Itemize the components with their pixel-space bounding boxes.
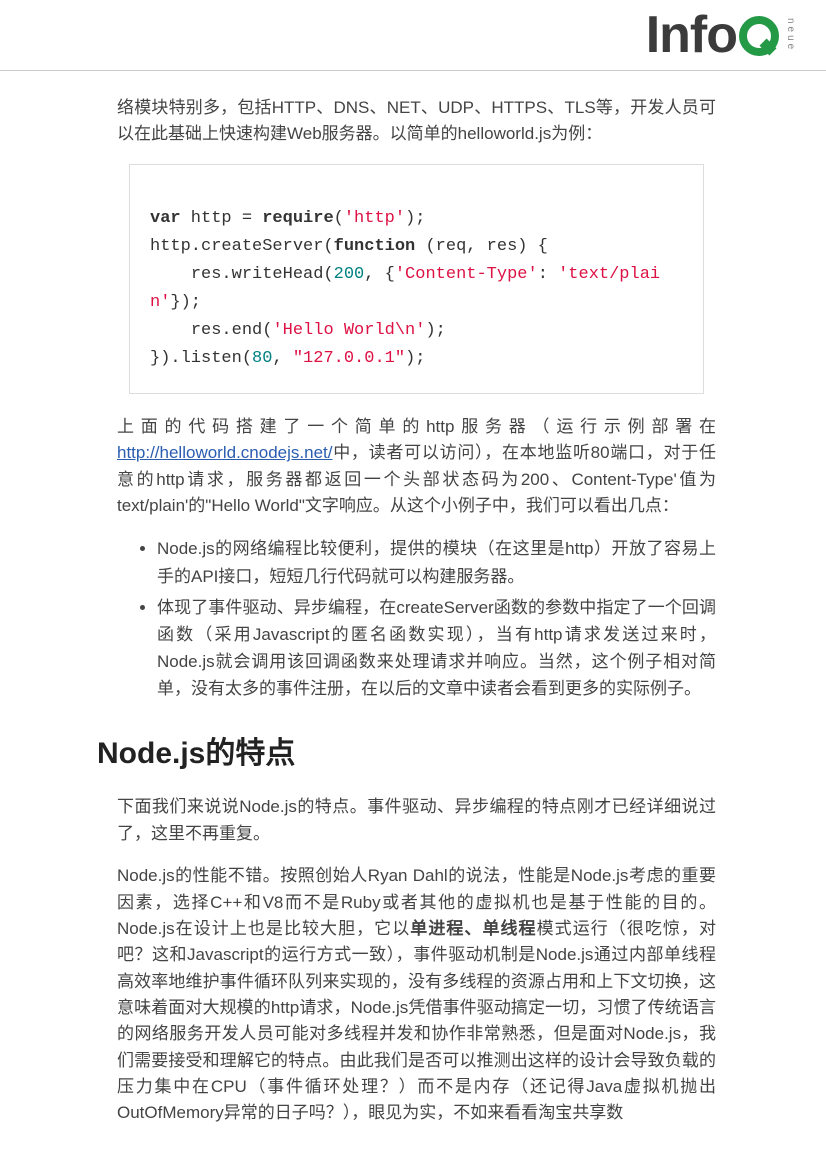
paragraph-explain: 上面的代码搭建了一个简单的http服务器（运行示例部署在 http://hello…: [117, 414, 716, 519]
code-keyword-var: var: [150, 209, 181, 228]
code-text: :: [538, 265, 558, 284]
code-string: 'Content-Type': [395, 265, 538, 284]
logo-text: Info: [646, 5, 737, 65]
code-text: );: [405, 349, 425, 368]
code-text: ,: [272, 349, 292, 368]
code-block: var http = require('http'); http.createS…: [129, 164, 704, 394]
code-text: });: [170, 293, 201, 312]
feature-list: Node.js的网络编程比较便利，提供的模块（在这里是http）开放了容易上手的…: [117, 535, 716, 702]
text: 上面的代码搭建了一个简单的http服务器（运行示例部署在: [117, 417, 716, 436]
logo-side-text: neue: [785, 18, 796, 52]
code-text: , {: [364, 265, 395, 284]
code-text: (req, res) {: [415, 237, 548, 256]
list-item: 体现了事件驱动、异步编程，在createServer函数的参数中指定了一个回调函…: [157, 594, 716, 703]
code-number: 80: [252, 349, 272, 368]
helloworld-link[interactable]: http://helloworld.cnodejs.net/: [117, 443, 332, 462]
logo-q-icon: [739, 16, 779, 56]
paragraph: 下面我们来说说Node.js的特点。事件驱动、异步编程的特点刚才已经详细说过了，…: [117, 794, 716, 847]
code-string: "127.0.0.1": [293, 349, 405, 368]
code-text: }).listen(: [150, 349, 252, 368]
paragraph: Node.js的性能不错。按照创始人Ryan Dahl的说法，性能是Node.j…: [117, 863, 716, 1126]
header: Info neue: [0, 0, 826, 71]
emphasis: 单进程、单线程: [410, 919, 536, 938]
code-text: res.writeHead(: [150, 265, 334, 284]
code-text: http =: [181, 209, 263, 228]
code-string: 'http': [344, 209, 405, 228]
code-keyword-require: require: [262, 209, 333, 228]
list-item: Node.js的网络编程比较便利，提供的模块（在这里是http）开放了容易上手的…: [157, 535, 716, 589]
code-text: );: [405, 209, 425, 228]
article-content: 络模块特别多，包括HTTP、DNS、NET、UDP、HTTPS、TLS等，开发人…: [0, 71, 826, 1127]
logo: Info neue: [646, 5, 796, 65]
paragraph-intro: 络模块特别多，包括HTTP、DNS、NET、UDP、HTTPS、TLS等，开发人…: [117, 95, 716, 148]
code-string: 'Hello World\n': [272, 321, 425, 340]
code-text: );: [425, 321, 445, 340]
code-keyword-function: function: [334, 237, 416, 256]
code-text: (: [334, 209, 344, 228]
text: 模式运行（很吃惊，对吧？这和Javascript的运行方式一致），事件驱动机制是…: [117, 919, 716, 1122]
code-text: res.end(: [150, 321, 272, 340]
code-number: 200: [334, 265, 365, 284]
code-text: http.createServer(: [150, 237, 334, 256]
section-heading: Node.js的特点: [97, 728, 716, 772]
